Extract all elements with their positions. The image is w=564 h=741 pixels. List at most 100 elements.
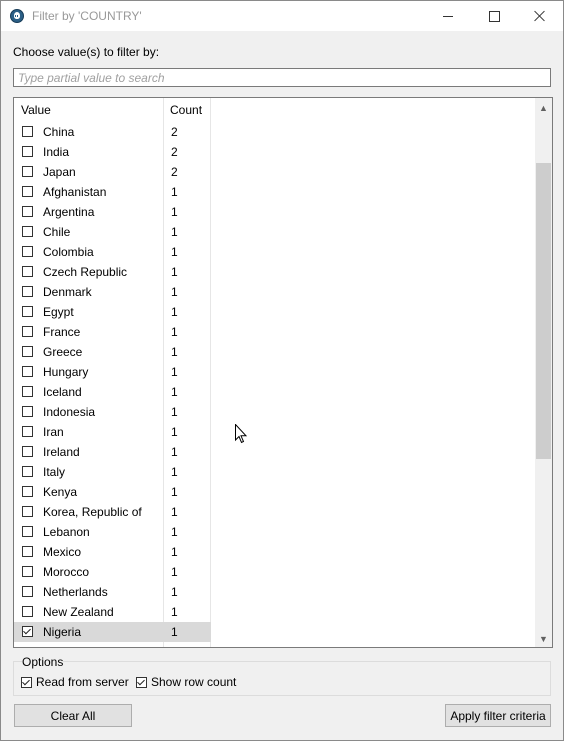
scroll-up-icon[interactable]: ▲	[535, 99, 552, 116]
list-item[interactable]: Egypt 1	[14, 302, 211, 322]
row-count-value: 1	[171, 265, 178, 279]
row-count-value: 1	[171, 285, 178, 299]
list-item[interactable]: Japan 2	[14, 162, 211, 182]
row-checkbox[interactable]	[22, 466, 33, 477]
row-checkbox[interactable]	[22, 546, 33, 557]
row-checkbox[interactable]	[22, 486, 33, 497]
list-item[interactable]: Morocco 1	[14, 562, 211, 582]
row-value-label: Italy	[43, 465, 66, 479]
row-checkbox[interactable]	[22, 526, 33, 537]
scrollbar-thumb[interactable]	[536, 163, 551, 459]
row-checkbox[interactable]	[22, 186, 33, 197]
list-item[interactable]: Mexico 1	[14, 542, 211, 562]
row-checkbox[interactable]	[22, 566, 33, 577]
show-row-count-option[interactable]: Show row count	[136, 675, 236, 689]
row-value-label: Iran	[43, 425, 64, 439]
row-value-label: Korea, Republic of	[43, 505, 142, 519]
row-checkbox[interactable]	[22, 266, 33, 277]
row-checkbox[interactable]	[22, 346, 33, 357]
list-item[interactable]: Argentina 1	[14, 202, 211, 222]
row-value-label: Mexico	[43, 545, 82, 559]
search-input[interactable]	[13, 68, 551, 87]
row-count-value: 1	[171, 385, 178, 399]
list-item[interactable]: Colombia 1	[14, 242, 211, 262]
row-count-value: 2	[171, 145, 178, 159]
list-item[interactable]: Iran 1	[14, 422, 211, 442]
row-checkbox[interactable]	[22, 146, 33, 157]
filter-dialog: Filter by 'COUNTRY' Choose value(s) to f…	[0, 0, 564, 741]
list-item[interactable]: Chile 1	[14, 222, 211, 242]
minimize-icon	[443, 15, 453, 17]
read-from-server-label: Read from server	[36, 675, 129, 689]
row-checkbox[interactable]	[22, 246, 33, 257]
row-value-label: Morocco	[43, 565, 90, 579]
row-value-label: Greece	[43, 345, 83, 359]
list-item[interactable]: Greece 1	[14, 342, 211, 362]
row-checkbox[interactable]	[22, 206, 33, 217]
row-checkbox[interactable]	[22, 126, 33, 137]
column-header-value[interactable]: Value	[21, 98, 51, 122]
row-count-value: 1	[171, 185, 178, 199]
row-count-value: 1	[171, 625, 178, 639]
vertical-scrollbar[interactable]: ▲ ▼	[535, 98, 552, 647]
list-item[interactable]: Indonesia 1	[14, 402, 211, 422]
value-list[interactable]: Value Count China 2 India 2 Japan 2 Afghanista…	[13, 97, 553, 648]
list-item[interactable]: Czech Republic 1	[14, 262, 211, 282]
show-row-count-checkbox[interactable]	[136, 676, 147, 688]
row-count-value: 1	[171, 325, 178, 339]
clear-all-button[interactable]: Clear All	[14, 704, 132, 727]
row-count-value: 1	[171, 545, 178, 559]
row-checkbox[interactable]	[22, 306, 33, 317]
mouse-pointer-icon	[235, 424, 247, 444]
row-checkbox[interactable]	[22, 606, 33, 617]
list-item[interactable]: New Zealand 1	[14, 602, 211, 622]
row-checkbox[interactable]	[22, 366, 33, 377]
row-count-value: 1	[171, 205, 178, 219]
apply-filter-button[interactable]: Apply filter criteria	[445, 704, 551, 727]
list-item[interactable]: Iceland 1	[14, 382, 211, 402]
read-from-server-checkbox[interactable]	[21, 676, 32, 688]
list-item[interactable]: France 1	[14, 322, 211, 342]
row-checkbox[interactable]	[22, 586, 33, 597]
column-header-count[interactable]: Count	[170, 98, 202, 122]
window-title: Filter by 'COUNTRY'	[32, 9, 142, 23]
list-item[interactable]: Afghanistan 1	[14, 182, 211, 202]
row-count-value: 1	[171, 565, 178, 579]
row-checkbox[interactable]	[22, 506, 33, 517]
row-checkbox[interactable]	[22, 326, 33, 337]
row-value-label: Nigeria	[43, 625, 82, 639]
row-checkbox[interactable]	[22, 446, 33, 457]
close-button[interactable]	[517, 1, 563, 31]
row-value-label: Denmark	[43, 285, 92, 299]
list-item[interactable]: Denmark 1	[14, 282, 211, 302]
list-item[interactable]: India 2	[14, 142, 211, 162]
value-rows: China 2 India 2 Japan 2 Afghanistan 1 Argentina 1…	[14, 122, 211, 642]
row-value-label: Ireland	[43, 445, 80, 459]
maximize-button[interactable]	[471, 1, 517, 31]
list-item[interactable]: China 2	[14, 122, 211, 142]
row-count-value: 1	[171, 445, 178, 459]
row-checkbox[interactable]	[22, 226, 33, 237]
list-item[interactable]: Nigeria 1	[14, 622, 211, 642]
list-item[interactable]: Korea, Republic of 1	[14, 502, 211, 522]
list-item[interactable]: Netherlands 1	[14, 582, 211, 602]
row-checkbox[interactable]	[22, 286, 33, 297]
list-item[interactable]: Italy 1	[14, 462, 211, 482]
title-bar[interactable]: Filter by 'COUNTRY'	[1, 1, 563, 31]
row-count-value: 1	[171, 225, 178, 239]
list-item[interactable]: Hungary 1	[14, 362, 211, 382]
list-item[interactable]: Ireland 1	[14, 442, 211, 462]
row-count-value: 2	[171, 165, 178, 179]
row-value-label: Kenya	[43, 485, 78, 499]
scroll-down-icon[interactable]: ▼	[535, 630, 552, 647]
row-checkbox[interactable]	[22, 406, 33, 417]
minimize-button[interactable]	[425, 1, 471, 31]
list-item[interactable]: Lebanon 1	[14, 522, 211, 542]
read-from-server-option[interactable]: Read from server	[21, 675, 129, 689]
row-checkbox[interactable]	[22, 386, 33, 397]
row-count-value: 1	[171, 245, 178, 259]
list-item[interactable]: Kenya 1	[14, 482, 211, 502]
row-checkbox[interactable]	[22, 626, 33, 637]
row-checkbox[interactable]	[22, 166, 33, 177]
row-checkbox[interactable]	[22, 426, 33, 437]
